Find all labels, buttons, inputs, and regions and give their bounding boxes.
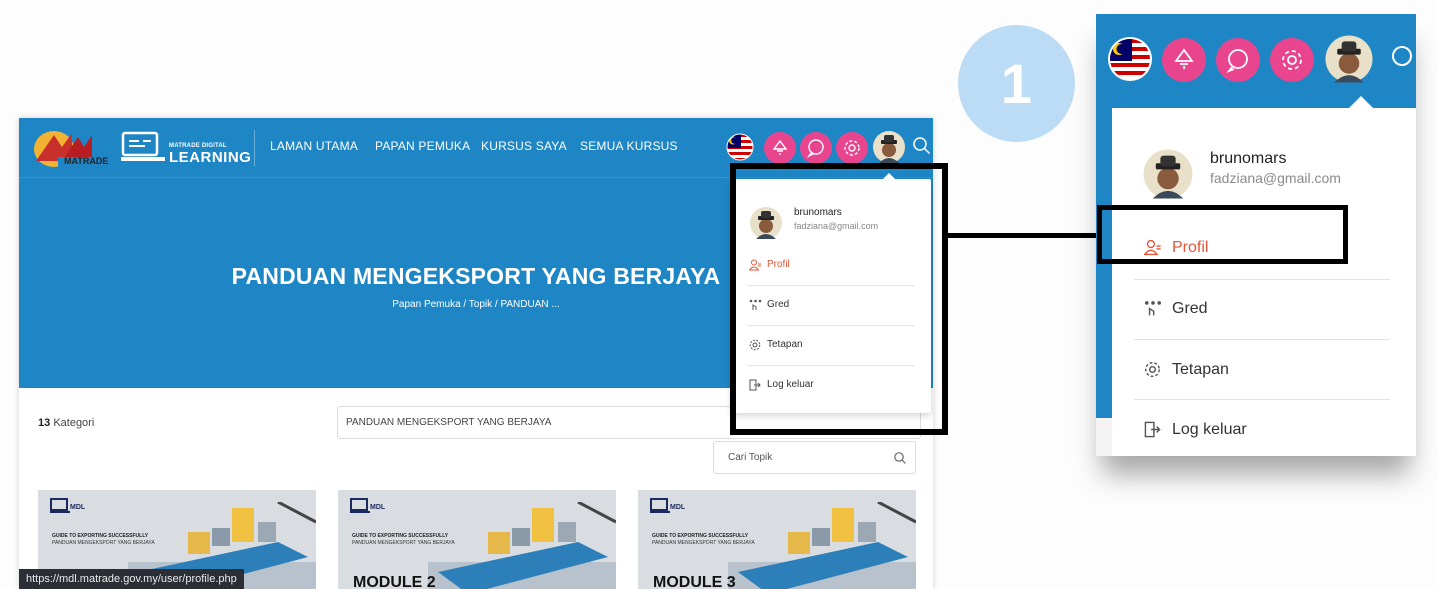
category-count-number: 13 xyxy=(38,417,51,429)
mdl-logo[interactable]: MATRADE DIGITAL LEARNING xyxy=(121,129,251,167)
menu-item-logout-label: Log keluar xyxy=(1172,421,1247,438)
card-guide-title: GUIDE TO EXPORTING SUCCESSFULLY xyxy=(352,533,449,539)
dropdown-email: fadziana@gmail.com xyxy=(1210,170,1341,186)
ship-illustration xyxy=(428,502,616,589)
search-icon[interactable] xyxy=(893,451,907,468)
mdl-mini-logo: MDL xyxy=(650,498,702,528)
card-guide-title: GUIDE TO EXPORTING SUCCESSFULLY xyxy=(52,533,149,539)
card-guide-subtitle: PANDUAN MENGEKSPORT YANG BERJAYA xyxy=(52,540,155,546)
card-guide-subtitle: PANDUAN MENGEKSPORT YANG BERJAYA xyxy=(352,540,455,546)
menu-item-grades[interactable]: Gred xyxy=(1144,300,1208,322)
avatar[interactable] xyxy=(1324,34,1374,84)
notification-icon[interactable] xyxy=(764,132,796,164)
message-icon[interactable] xyxy=(1216,38,1260,82)
nav-kursus-saya[interactable]: KURSUS SAYA xyxy=(481,139,567,153)
menu-item-settings[interactable]: Tetapan xyxy=(1144,361,1229,383)
category-count-label: Kategori xyxy=(53,417,95,429)
menu-item-logout[interactable]: Log keluar xyxy=(1144,421,1247,443)
mdl-mini-logo-text: MDL xyxy=(370,504,386,511)
topic-search-placeholder: Cari Topik xyxy=(728,452,773,463)
dropdown-avatar xyxy=(1142,148,1194,205)
dropdown-highlight-frame xyxy=(730,163,948,435)
grades-icon xyxy=(1144,301,1162,321)
mdl-logo-big-text: LEARNING xyxy=(169,149,252,166)
nav-laman-utama[interactable]: LAMAN UTAMA xyxy=(270,139,358,153)
category-count: 13 Kategori xyxy=(38,417,94,429)
mdl-mini-logo: MDL xyxy=(50,498,102,528)
mdl-mini-logo: MDL xyxy=(350,498,402,528)
dropdown-username: brunomars xyxy=(1210,150,1287,167)
callout-connector-line xyxy=(948,233,1102,238)
menu-item-grades-label: Gred xyxy=(1172,300,1208,317)
mdl-mini-logo-text: MDL xyxy=(70,504,86,511)
mdl-mini-logo-text: MDL xyxy=(670,504,686,511)
search-icon[interactable] xyxy=(912,136,932,156)
settings-gear-icon[interactable] xyxy=(836,132,868,164)
nav-papan-pemuka[interactable]: PAPAN PEMUKA xyxy=(375,139,470,153)
nav-divider xyxy=(254,130,255,166)
menu-divider xyxy=(1134,339,1390,340)
avatar[interactable] xyxy=(872,130,906,164)
zoomed-user-dropdown: brunomars fadziana@gmail.com Profil Gred… xyxy=(1112,96,1416,456)
step-number-badge: 1 xyxy=(958,25,1075,142)
ship-illustration xyxy=(728,502,916,589)
search-icon[interactable] xyxy=(1390,44,1416,77)
notification-icon[interactable] xyxy=(1162,38,1206,82)
profile-highlight-frame xyxy=(1097,205,1348,264)
menu-divider xyxy=(1134,279,1390,280)
matrade-logo[interactable]: MATRADE xyxy=(32,127,114,169)
card-guide-title: GUIDE TO EXPORTING SUCCESSFULLY xyxy=(652,533,749,539)
nav-semua-kursus[interactable]: SEMUA KURSUS xyxy=(580,139,678,153)
tutorial-figure: MATRADE MATRADE DIGITAL LEARNING LAMAN U… xyxy=(0,0,1438,589)
topic-search-input[interactable]: Cari Topik xyxy=(713,441,916,474)
menu-divider xyxy=(1134,399,1390,400)
card-module-label: MODULE 3 xyxy=(653,574,736,589)
menu-item-settings-label: Tetapan xyxy=(1172,361,1229,378)
malaysia-flag-icon[interactable] xyxy=(726,133,754,161)
course-card[interactable]: MDL GUIDE TO EXPORTING SUCCESSFULLY PAND… xyxy=(638,490,916,589)
settings-gear-icon[interactable] xyxy=(1270,38,1314,82)
message-icon[interactable] xyxy=(800,132,832,164)
settings-gear-icon xyxy=(1144,361,1161,382)
course-card[interactable]: MDL GUIDE TO EXPORTING SUCCESSFULLY PAND… xyxy=(338,490,616,589)
card-module-label: MODULE 2 xyxy=(353,574,436,589)
status-bar-url: https://mdl.matrade.gov.my/user/profile.… xyxy=(19,569,244,589)
malaysia-flag-icon[interactable] xyxy=(1108,37,1152,86)
card-guide-subtitle: PANDUAN MENGEKSPORT YANG BERJAYA xyxy=(652,540,755,546)
logout-icon xyxy=(1144,421,1161,442)
matrade-logo-text: MATRADE xyxy=(64,156,109,166)
